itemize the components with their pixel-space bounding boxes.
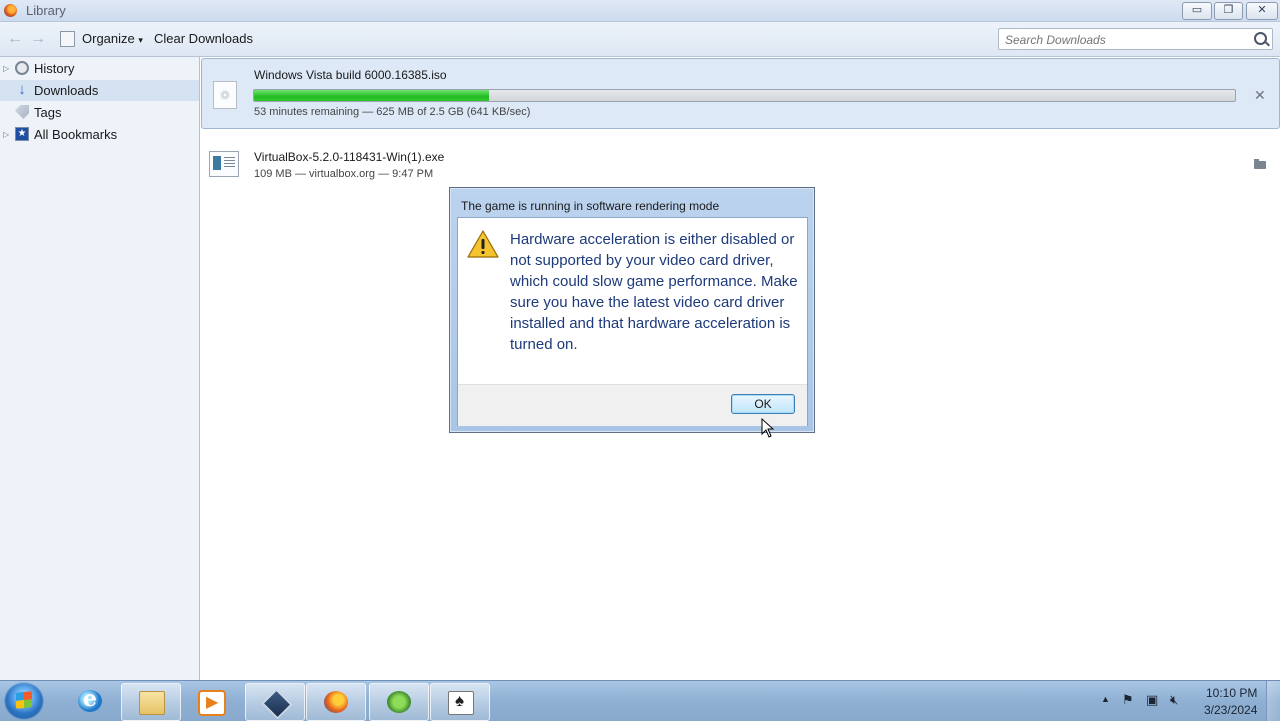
clock-date[interactable]: 3/23/2024 (1204, 703, 1257, 717)
warning-dialog: The game is running in software renderin… (449, 187, 815, 433)
show-desktop-button[interactable] (1266, 681, 1280, 721)
taskbar-windows[interactable] (369, 683, 429, 721)
toolbar: ← → Organize ▾ Clear Downloads (0, 22, 1280, 57)
dialog-body: Hardware acceleration is either disabled… (457, 217, 808, 426)
download-status: 53 minutes remaining — 625 MB of 2.5 GB … (254, 106, 531, 118)
card-game-icon (448, 691, 474, 715)
ok-button[interactable]: OK (731, 394, 795, 414)
dialog-message: Hardware acceleration is either disabled… (510, 231, 798, 353)
download-status: 109 MB — virtualbox.org — 9:47 PM (254, 168, 434, 180)
search-icon[interactable] (1254, 32, 1267, 45)
disc-image-file-icon (213, 81, 237, 109)
taskbar: ▲ ⚑ ▣ 🔇︎ 10:10 PM 3/23/2024 (0, 680, 1280, 721)
taskbar-firefox[interactable] (306, 683, 366, 721)
volume-muted-icon[interactable]: 🔇︎ (1170, 692, 1178, 708)
dialog-footer: OK (458, 384, 807, 426)
restore-button[interactable]: ❐ (1214, 2, 1243, 20)
download-progress-bar (253, 89, 1236, 102)
organize-label: Organize (82, 31, 135, 46)
show-hidden-icons-icon[interactable]: ▲ (1101, 694, 1110, 704)
warning-icon (467, 230, 499, 258)
clear-downloads-button[interactable]: Clear Downloads (154, 30, 253, 48)
chevron-down-icon: ▾ (138, 35, 143, 45)
sidebar-item-label: Downloads (34, 83, 99, 98)
downloads-icon: ↓ (18, 81, 26, 98)
back-arrow-icon[interactable]: ← (7, 31, 23, 47)
download-filename: Windows Vista build 6000.16385.iso (254, 68, 447, 82)
network-icon[interactable]: ▣ (1146, 692, 1158, 708)
virtualbox-icon (261, 688, 293, 720)
taskbar-media-player[interactable] (181, 683, 239, 719)
tags-icon (15, 105, 29, 119)
download-progress-fill (254, 90, 490, 101)
download-item-complete[interactable]: VirtualBox-5.2.0-118431-Win(1).exe 109 M… (201, 141, 1278, 185)
title-bar: Library ▭ ❐ ✕ (0, 0, 1280, 22)
sidebar-item-tags[interactable]: Tags (0, 102, 199, 123)
expand-triangle-icon[interactable]: ▷ (3, 124, 9, 145)
taskbar-internet-explorer[interactable] (61, 683, 119, 719)
executable-file-icon (209, 151, 239, 177)
minimize-button[interactable]: ▭ (1182, 2, 1212, 20)
forward-arrow-icon[interactable]: → (30, 31, 46, 47)
organize-button[interactable]: Organize ▾ (60, 30, 143, 48)
action-center-flag-icon[interactable]: ⚑ (1122, 692, 1134, 708)
sidebar-item-label: History (34, 61, 75, 76)
internet-explorer-icon (78, 686, 102, 712)
search-box[interactable] (998, 28, 1273, 50)
download-item-active[interactable]: Windows Vista build 6000.16385.iso 53 mi… (201, 58, 1280, 129)
start-button[interactable] (4, 682, 44, 720)
mouse-cursor-icon (761, 418, 775, 438)
folder-icon (139, 691, 165, 715)
expand-triangle-icon[interactable]: ▷ (3, 58, 9, 79)
search-input[interactable] (1003, 30, 1247, 50)
cancel-icon[interactable]: ✕ (1254, 87, 1266, 104)
windows-logo-icon (387, 691, 411, 713)
download-filename: VirtualBox-5.2.0-118431-Win(1).exe (254, 150, 445, 164)
history-icon (15, 61, 29, 75)
media-player-icon (198, 690, 226, 716)
taskbar-virtualbox[interactable] (245, 683, 305, 721)
bookmarks-icon: ★ (15, 127, 29, 141)
firefox-icon (324, 691, 348, 713)
close-button[interactable]: ✕ (1246, 2, 1278, 20)
folder-icon[interactable] (1254, 159, 1266, 169)
sidebar-item-label: All Bookmarks (34, 127, 118, 142)
sidebar-item-history[interactable]: ▷ History (0, 58, 199, 79)
clock-time[interactable]: 10:10 PM (1206, 686, 1257, 700)
taskbar-windows-explorer[interactable] (121, 683, 181, 721)
taskbar-solitaire[interactable] (430, 683, 490, 721)
sidebar-item-downloads[interactable]: ↓ Downloads (0, 80, 199, 101)
window-title: Library (26, 3, 66, 18)
sidebar-item-all-bookmarks[interactable]: ▷ ★ All Bookmarks (0, 124, 199, 145)
dialog-title: The game is running in software renderin… (461, 199, 720, 213)
sidebar: ▷ History ↓ Downloads Tags ▷ ★ All Bookm… (0, 57, 200, 680)
sidebar-item-label: Tags (34, 105, 62, 120)
firefox-icon (4, 4, 17, 17)
organize-icon (60, 31, 75, 47)
